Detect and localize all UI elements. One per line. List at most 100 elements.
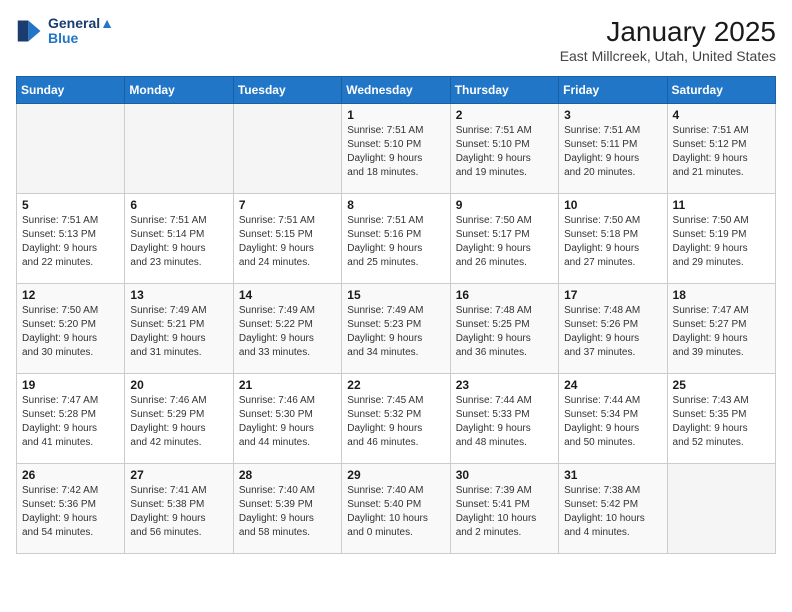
day-info: Sunrise: 7:48 AM Sunset: 5:26 PM Dayligh… bbox=[564, 304, 661, 360]
title-block: January 2025 East Millcreek, Utah, Unite… bbox=[560, 16, 776, 64]
day-info: Sunrise: 7:39 AM Sunset: 5:41 PM Dayligh… bbox=[456, 484, 553, 540]
calendar-cell: 28 Sunrise: 7:40 AM Sunset: 5:39 PM Dayli… bbox=[233, 464, 341, 554]
day-info: Sunrise: 7:50 AM Sunset: 5:19 PM Dayligh… bbox=[673, 214, 770, 270]
day-info: Sunrise: 7:51 AM Sunset: 5:15 PM Dayligh… bbox=[239, 214, 336, 270]
calendar-cell: 23 Sunrise: 7:44 AM Sunset: 5:33 PM Dayli… bbox=[450, 374, 558, 464]
calendar-cell: 11 Sunrise: 7:50 AM Sunset: 5:19 PM Dayli… bbox=[667, 194, 775, 284]
day-number: 21 bbox=[239, 378, 336, 392]
day-info: Sunrise: 7:46 AM Sunset: 5:29 PM Dayligh… bbox=[130, 394, 227, 450]
day-number: 9 bbox=[456, 198, 553, 212]
day-number: 8 bbox=[347, 198, 444, 212]
week-row-1: 1Sunrise: 7:51 AM Sunset: 5:10 PM Daylig… bbox=[17, 104, 776, 194]
calendar-cell: 30 Sunrise: 7:39 AM Sunset: 5:41 PM Dayli… bbox=[450, 464, 558, 554]
day-info: Sunrise: 7:50 AM Sunset: 5:17 PM Dayligh… bbox=[456, 214, 553, 270]
day-info: Sunrise: 7:50 AM Sunset: 5:18 PM Dayligh… bbox=[564, 214, 661, 270]
logo-icon bbox=[16, 17, 44, 45]
calendar-cell: 25Sunrise: 7:43 AM Sunset: 5:35 PM Dayli… bbox=[667, 374, 775, 464]
weekday-header-friday: Friday bbox=[559, 77, 667, 104]
calendar-cell: 27 Sunrise: 7:41 AM Sunset: 5:38 PM Dayli… bbox=[125, 464, 233, 554]
day-number: 14 bbox=[239, 288, 336, 302]
calendar-cell: 20 Sunrise: 7:46 AM Sunset: 5:29 PM Dayli… bbox=[125, 374, 233, 464]
calendar-cell: 2 Sunrise: 7:51 AM Sunset: 5:10 PM Daylig… bbox=[450, 104, 558, 194]
day-number: 31 bbox=[564, 468, 661, 482]
day-number: 11 bbox=[673, 198, 770, 212]
day-info: Sunrise: 7:51 AM Sunset: 5:13 PM Dayligh… bbox=[22, 214, 119, 270]
day-info: Sunrise: 7:50 AM Sunset: 5:20 PM Dayligh… bbox=[22, 304, 119, 360]
calendar-cell: 21Sunrise: 7:46 AM Sunset: 5:30 PM Dayli… bbox=[233, 374, 341, 464]
calendar-cell: 1Sunrise: 7:51 AM Sunset: 5:10 PM Daylig… bbox=[342, 104, 450, 194]
day-info: Sunrise: 7:48 AM Sunset: 5:25 PM Dayligh… bbox=[456, 304, 553, 360]
weekday-header-saturday: Saturday bbox=[667, 77, 775, 104]
day-number: 22 bbox=[347, 378, 444, 392]
day-info: Sunrise: 7:44 AM Sunset: 5:33 PM Dayligh… bbox=[456, 394, 553, 450]
day-number: 26 bbox=[22, 468, 119, 482]
weekday-header-sunday: Sunday bbox=[17, 77, 125, 104]
day-info: Sunrise: 7:47 AM Sunset: 5:27 PM Dayligh… bbox=[673, 304, 770, 360]
calendar-table: SundayMondayTuesdayWednesdayThursdayFrid… bbox=[16, 76, 776, 554]
calendar-cell: 10 Sunrise: 7:50 AM Sunset: 5:18 PM Dayli… bbox=[559, 194, 667, 284]
calendar-cell: 29Sunrise: 7:40 AM Sunset: 5:40 PM Dayli… bbox=[342, 464, 450, 554]
calendar-cell bbox=[667, 464, 775, 554]
calendar-cell: 6Sunrise: 7:51 AM Sunset: 5:14 PM Daylig… bbox=[125, 194, 233, 284]
day-info: Sunrise: 7:51 AM Sunset: 5:11 PM Dayligh… bbox=[564, 124, 661, 180]
calendar-cell: 18Sunrise: 7:47 AM Sunset: 5:27 PM Dayli… bbox=[667, 284, 775, 374]
calendar-cell: 24 Sunrise: 7:44 AM Sunset: 5:34 PM Dayli… bbox=[559, 374, 667, 464]
calendar-title: January 2025 bbox=[560, 16, 776, 48]
day-number: 28 bbox=[239, 468, 336, 482]
day-number: 12 bbox=[22, 288, 119, 302]
day-number: 2 bbox=[456, 108, 553, 122]
day-info: Sunrise: 7:51 AM Sunset: 5:16 PM Dayligh… bbox=[347, 214, 444, 270]
day-number: 30 bbox=[456, 468, 553, 482]
day-number: 19 bbox=[22, 378, 119, 392]
weekday-header-monday: Monday bbox=[125, 77, 233, 104]
day-info: Sunrise: 7:47 AM Sunset: 5:28 PM Dayligh… bbox=[22, 394, 119, 450]
calendar-cell: 7Sunrise: 7:51 AM Sunset: 5:15 PM Daylig… bbox=[233, 194, 341, 284]
day-number: 27 bbox=[130, 468, 227, 482]
calendar-subtitle: East Millcreek, Utah, United States bbox=[560, 48, 776, 64]
day-info: Sunrise: 7:51 AM Sunset: 5:10 PM Dayligh… bbox=[456, 124, 553, 180]
calendar-cell: 31Sunrise: 7:38 AM Sunset: 5:42 PM Dayli… bbox=[559, 464, 667, 554]
day-info: Sunrise: 7:49 AM Sunset: 5:23 PM Dayligh… bbox=[347, 304, 444, 360]
day-number: 23 bbox=[456, 378, 553, 392]
calendar-cell: 17Sunrise: 7:48 AM Sunset: 5:26 PM Dayli… bbox=[559, 284, 667, 374]
calendar-header: SundayMondayTuesdayWednesdayThursdayFrid… bbox=[17, 77, 776, 104]
page-header: General▲ Blue January 2025 East Millcree… bbox=[16, 16, 776, 64]
weekday-row: SundayMondayTuesdayWednesdayThursdayFrid… bbox=[17, 77, 776, 104]
weekday-header-wednesday: Wednesday bbox=[342, 77, 450, 104]
day-info: Sunrise: 7:51 AM Sunset: 5:14 PM Dayligh… bbox=[130, 214, 227, 270]
day-info: Sunrise: 7:49 AM Sunset: 5:21 PM Dayligh… bbox=[130, 304, 227, 360]
day-number: 16 bbox=[456, 288, 553, 302]
calendar-cell bbox=[125, 104, 233, 194]
calendar-cell: 19 Sunrise: 7:47 AM Sunset: 5:28 PM Dayli… bbox=[17, 374, 125, 464]
calendar-cell: 15 Sunrise: 7:49 AM Sunset: 5:23 PM Dayli… bbox=[342, 284, 450, 374]
day-info: Sunrise: 7:49 AM Sunset: 5:22 PM Dayligh… bbox=[239, 304, 336, 360]
calendar-cell: 13Sunrise: 7:49 AM Sunset: 5:21 PM Dayli… bbox=[125, 284, 233, 374]
week-row-5: 26Sunrise: 7:42 AM Sunset: 5:36 PM Dayli… bbox=[17, 464, 776, 554]
day-number: 15 bbox=[347, 288, 444, 302]
day-number: 10 bbox=[564, 198, 661, 212]
calendar-cell: 22 Sunrise: 7:45 AM Sunset: 5:32 PM Dayli… bbox=[342, 374, 450, 464]
calendar-cell: 3Sunrise: 7:51 AM Sunset: 5:11 PM Daylig… bbox=[559, 104, 667, 194]
calendar-cell: 26Sunrise: 7:42 AM Sunset: 5:36 PM Dayli… bbox=[17, 464, 125, 554]
calendar-cell: 8 Sunrise: 7:51 AM Sunset: 5:16 PM Daylig… bbox=[342, 194, 450, 284]
calendar-cell: 16 Sunrise: 7:48 AM Sunset: 5:25 PM Dayli… bbox=[450, 284, 558, 374]
day-info: Sunrise: 7:43 AM Sunset: 5:35 PM Dayligh… bbox=[673, 394, 770, 450]
calendar-cell bbox=[233, 104, 341, 194]
day-number: 5 bbox=[22, 198, 119, 212]
calendar-cell: 4Sunrise: 7:51 AM Sunset: 5:12 PM Daylig… bbox=[667, 104, 775, 194]
week-row-3: 12 Sunrise: 7:50 AM Sunset: 5:20 PM Dayli… bbox=[17, 284, 776, 374]
day-info: Sunrise: 7:44 AM Sunset: 5:34 PM Dayligh… bbox=[564, 394, 661, 450]
day-info: Sunrise: 7:40 AM Sunset: 5:39 PM Dayligh… bbox=[239, 484, 336, 540]
day-info: Sunrise: 7:51 AM Sunset: 5:10 PM Dayligh… bbox=[347, 124, 444, 180]
day-info: Sunrise: 7:41 AM Sunset: 5:38 PM Dayligh… bbox=[130, 484, 227, 540]
day-number: 4 bbox=[673, 108, 770, 122]
day-info: Sunrise: 7:45 AM Sunset: 5:32 PM Dayligh… bbox=[347, 394, 444, 450]
week-row-2: 5 Sunrise: 7:51 AM Sunset: 5:13 PM Daylig… bbox=[17, 194, 776, 284]
calendar-cell: 14 Sunrise: 7:49 AM Sunset: 5:22 PM Dayli… bbox=[233, 284, 341, 374]
calendar-cell: 5 Sunrise: 7:51 AM Sunset: 5:13 PM Daylig… bbox=[17, 194, 125, 284]
calendar-cell: 9 Sunrise: 7:50 AM Sunset: 5:17 PM Daylig… bbox=[450, 194, 558, 284]
day-number: 24 bbox=[564, 378, 661, 392]
calendar-body: 1Sunrise: 7:51 AM Sunset: 5:10 PM Daylig… bbox=[17, 104, 776, 554]
weekday-header-tuesday: Tuesday bbox=[233, 77, 341, 104]
day-number: 20 bbox=[130, 378, 227, 392]
